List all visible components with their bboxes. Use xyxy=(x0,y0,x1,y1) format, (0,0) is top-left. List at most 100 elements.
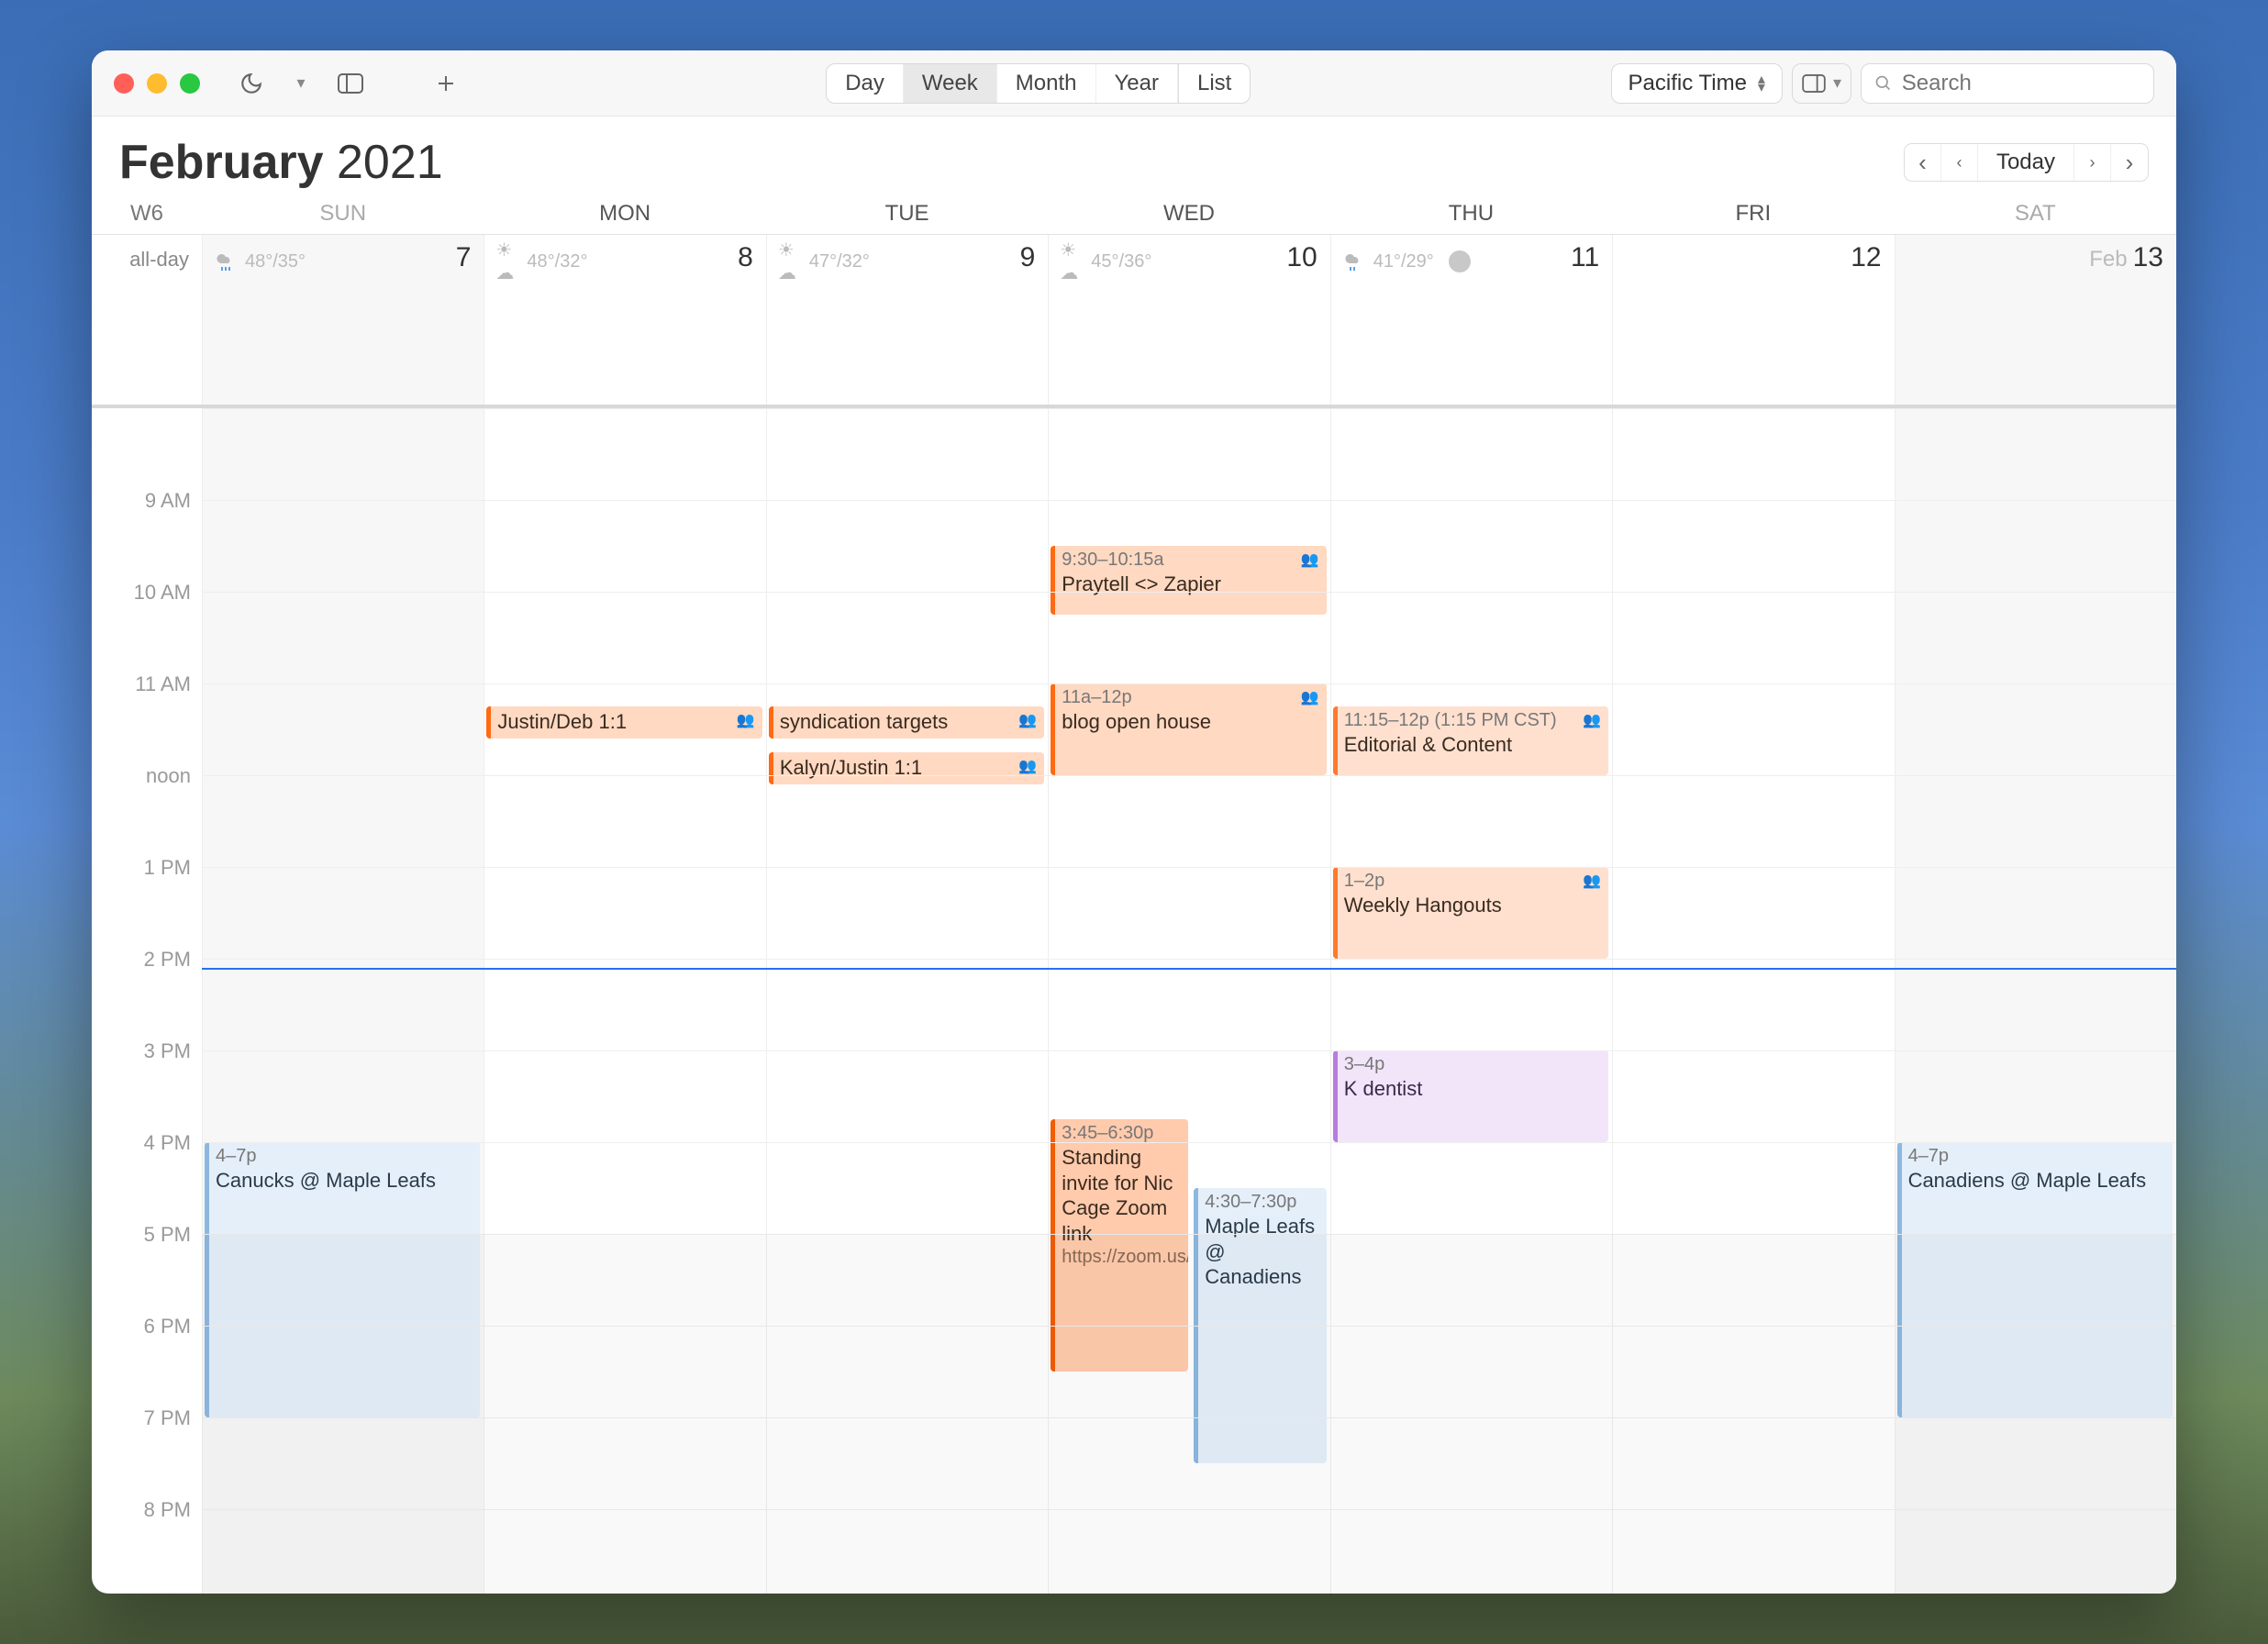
weather: 41°/29° xyxy=(1342,250,1601,273)
calendar-window: ▾ Day Week Month Year List Pacific Time … xyxy=(92,50,2176,1594)
next-major[interactable]: › xyxy=(2111,144,2148,181)
time-grid: 9 AM10 AM11 AMnoon1 PM2 PM3 PM4 PM5 PM6 … xyxy=(92,408,2176,1594)
event-title: Editorial & Content xyxy=(1344,732,1601,758)
dayname-sat: SAT xyxy=(1895,201,2176,227)
event[interactable]: Kalyn/Justin 1:1👥 xyxy=(769,752,1044,784)
updown-icon: ▴▾ xyxy=(1758,75,1765,92)
search-field[interactable] xyxy=(1861,63,2154,104)
dayname-tue: TUE xyxy=(766,201,1048,227)
sidebar-toggle-icon[interactable] xyxy=(330,63,371,104)
event-title: Canadiens @ Maple Leafs xyxy=(1908,1168,2165,1194)
hour-label: noon xyxy=(146,764,191,788)
view-day[interactable]: Day xyxy=(827,64,904,103)
year: 2021 xyxy=(337,136,443,189)
view-list[interactable]: List xyxy=(1179,64,1250,103)
hour-label: 11 AM xyxy=(135,672,191,696)
chevron-down-icon[interactable]: ▾ xyxy=(281,63,321,104)
dayname-mon: MON xyxy=(484,201,765,227)
event-time: 3–4p xyxy=(1344,1053,1601,1076)
date-num: 7 xyxy=(456,242,472,273)
event-time: 11:15–12p (1:15 PM CST) xyxy=(1344,709,1601,732)
partly-cloudy-icon: ☀︎☁︎ xyxy=(1060,250,1084,273)
event[interactable]: 11:15–12p (1:15 PM CST)Editorial & Conte… xyxy=(1333,706,1608,775)
view-week[interactable]: Week xyxy=(904,64,997,103)
date-num: 10 xyxy=(1286,242,1317,273)
month-header: February 2021 ‹ ‹ Today › › xyxy=(92,117,2176,197)
appearance-moon-icon[interactable] xyxy=(231,63,272,104)
event[interactable]: syndication targets👥 xyxy=(769,706,1044,739)
hour-label: 10 AM xyxy=(134,581,191,605)
attendees-icon: 👥 xyxy=(1018,712,1037,730)
event-time: 4–7p xyxy=(216,1145,472,1168)
event-title: Praytell <> Zapier xyxy=(1062,572,1318,597)
dayname-thu: THU xyxy=(1330,201,1612,227)
week-number: W6 xyxy=(92,201,202,227)
hour-label: 1 PM xyxy=(144,856,191,880)
hour-label: 8 PM xyxy=(144,1498,191,1522)
event-time: 4:30–7:30p xyxy=(1205,1191,1318,1214)
search-input[interactable] xyxy=(1902,71,2140,96)
toolbar: ▾ Day Week Month Year List Pacific Time … xyxy=(92,50,2176,117)
event-time: 4–7p xyxy=(1908,1145,2165,1168)
attendees-icon: 👥 xyxy=(1301,551,1319,570)
view-month[interactable]: Month xyxy=(997,64,1096,103)
prev[interactable]: ‹ xyxy=(1941,144,1978,181)
prev-major[interactable]: ‹ xyxy=(1905,144,1941,181)
hour-label: 5 PM xyxy=(144,1223,191,1247)
rain-icon xyxy=(1342,250,1366,273)
attendees-icon: 👥 xyxy=(1583,872,1601,891)
zoom-window[interactable] xyxy=(180,73,200,94)
minimize-window[interactable] xyxy=(147,73,167,94)
event-time: 9:30–10:15a xyxy=(1062,549,1318,572)
rain-icon xyxy=(214,250,238,273)
event[interactable]: 9:30–10:15aPraytell <> Zapier 👥 xyxy=(1051,546,1326,615)
now-indicator xyxy=(202,968,2176,970)
event-title: Kalyn/Justin 1:1 xyxy=(780,755,1037,781)
event-title: Canucks @ Maple Leafs xyxy=(216,1168,472,1194)
allday-sat[interactable]: Feb13 xyxy=(1895,235,2176,405)
timezone-select[interactable]: Pacific Time ▴▾ xyxy=(1611,63,1783,104)
hour-label: 3 PM xyxy=(144,1039,191,1063)
hour-label: 2 PM xyxy=(144,948,191,972)
month-name: February xyxy=(119,136,324,189)
today-button[interactable]: Today xyxy=(1978,144,2074,181)
view-year[interactable]: Year xyxy=(1096,64,1179,103)
date-num: 12 xyxy=(1851,242,1881,273)
window-controls xyxy=(114,73,200,94)
event[interactable]: 11a–12pblog open house👥 xyxy=(1051,683,1326,775)
hour-label: 7 PM xyxy=(144,1406,191,1430)
close-window[interactable] xyxy=(114,73,134,94)
attendees-icon: 👥 xyxy=(1583,712,1601,730)
date-num: 11 xyxy=(1571,242,1599,273)
event[interactable]: 3–4pK dentist xyxy=(1333,1050,1608,1142)
weather: ☀︎☁︎ 48°/32° xyxy=(495,250,754,273)
allday-fri[interactable]: 12 xyxy=(1612,235,1894,405)
event[interactable]: Justin/Deb 1:1👥 xyxy=(486,706,762,739)
hour-label: 6 PM xyxy=(144,1315,191,1339)
all-day-label: all-day xyxy=(92,235,202,405)
hour-label: 4 PM xyxy=(144,1131,191,1155)
timezone-label: Pacific Time xyxy=(1629,71,1747,96)
dayname-wed: WED xyxy=(1048,201,1329,227)
add-event-button[interactable] xyxy=(426,63,466,104)
next[interactable]: › xyxy=(2074,144,2111,181)
allday-tue[interactable]: 9 ☀︎☁︎ 47°/32° xyxy=(766,235,1048,405)
search-icon xyxy=(1874,73,1893,94)
weather: ☀︎☁︎ 47°/32° xyxy=(778,250,1037,273)
event[interactable]: 1–2pWeekly Hangouts👥 xyxy=(1333,867,1608,959)
panel-toggle[interactable]: ▾ xyxy=(1792,63,1851,104)
allday-thu[interactable]: 11 41°/29° xyxy=(1330,235,1612,405)
allday-mon[interactable]: 8 ☀︎☁︎ 48°/32° xyxy=(484,235,765,405)
all-day-row: all-day 7 48°/35° 8 ☀︎☁︎ 48°/32° 9 ☀︎☁︎ … xyxy=(92,234,2176,408)
attendees-icon: 👥 xyxy=(1018,758,1037,776)
time-gutter: 9 AM10 AM11 AMnoon1 PM2 PM3 PM4 PM5 PM6 … xyxy=(92,408,202,1594)
view-segmented-control: Day Week Month Year List xyxy=(826,63,1251,104)
partly-cloudy-icon: ☀︎☁︎ xyxy=(495,250,519,273)
date-num: Feb13 xyxy=(2089,242,2163,273)
attendees-icon: 👥 xyxy=(737,712,755,730)
allday-sun[interactable]: 7 48°/35° xyxy=(202,235,484,405)
allday-wed[interactable]: 10 ☀︎☁︎ 45°/36° xyxy=(1048,235,1329,405)
partly-cloudy-icon: ☀︎☁︎ xyxy=(778,250,802,273)
date-num: 8 xyxy=(738,242,753,273)
attendees-icon: 👥 xyxy=(1301,689,1319,707)
